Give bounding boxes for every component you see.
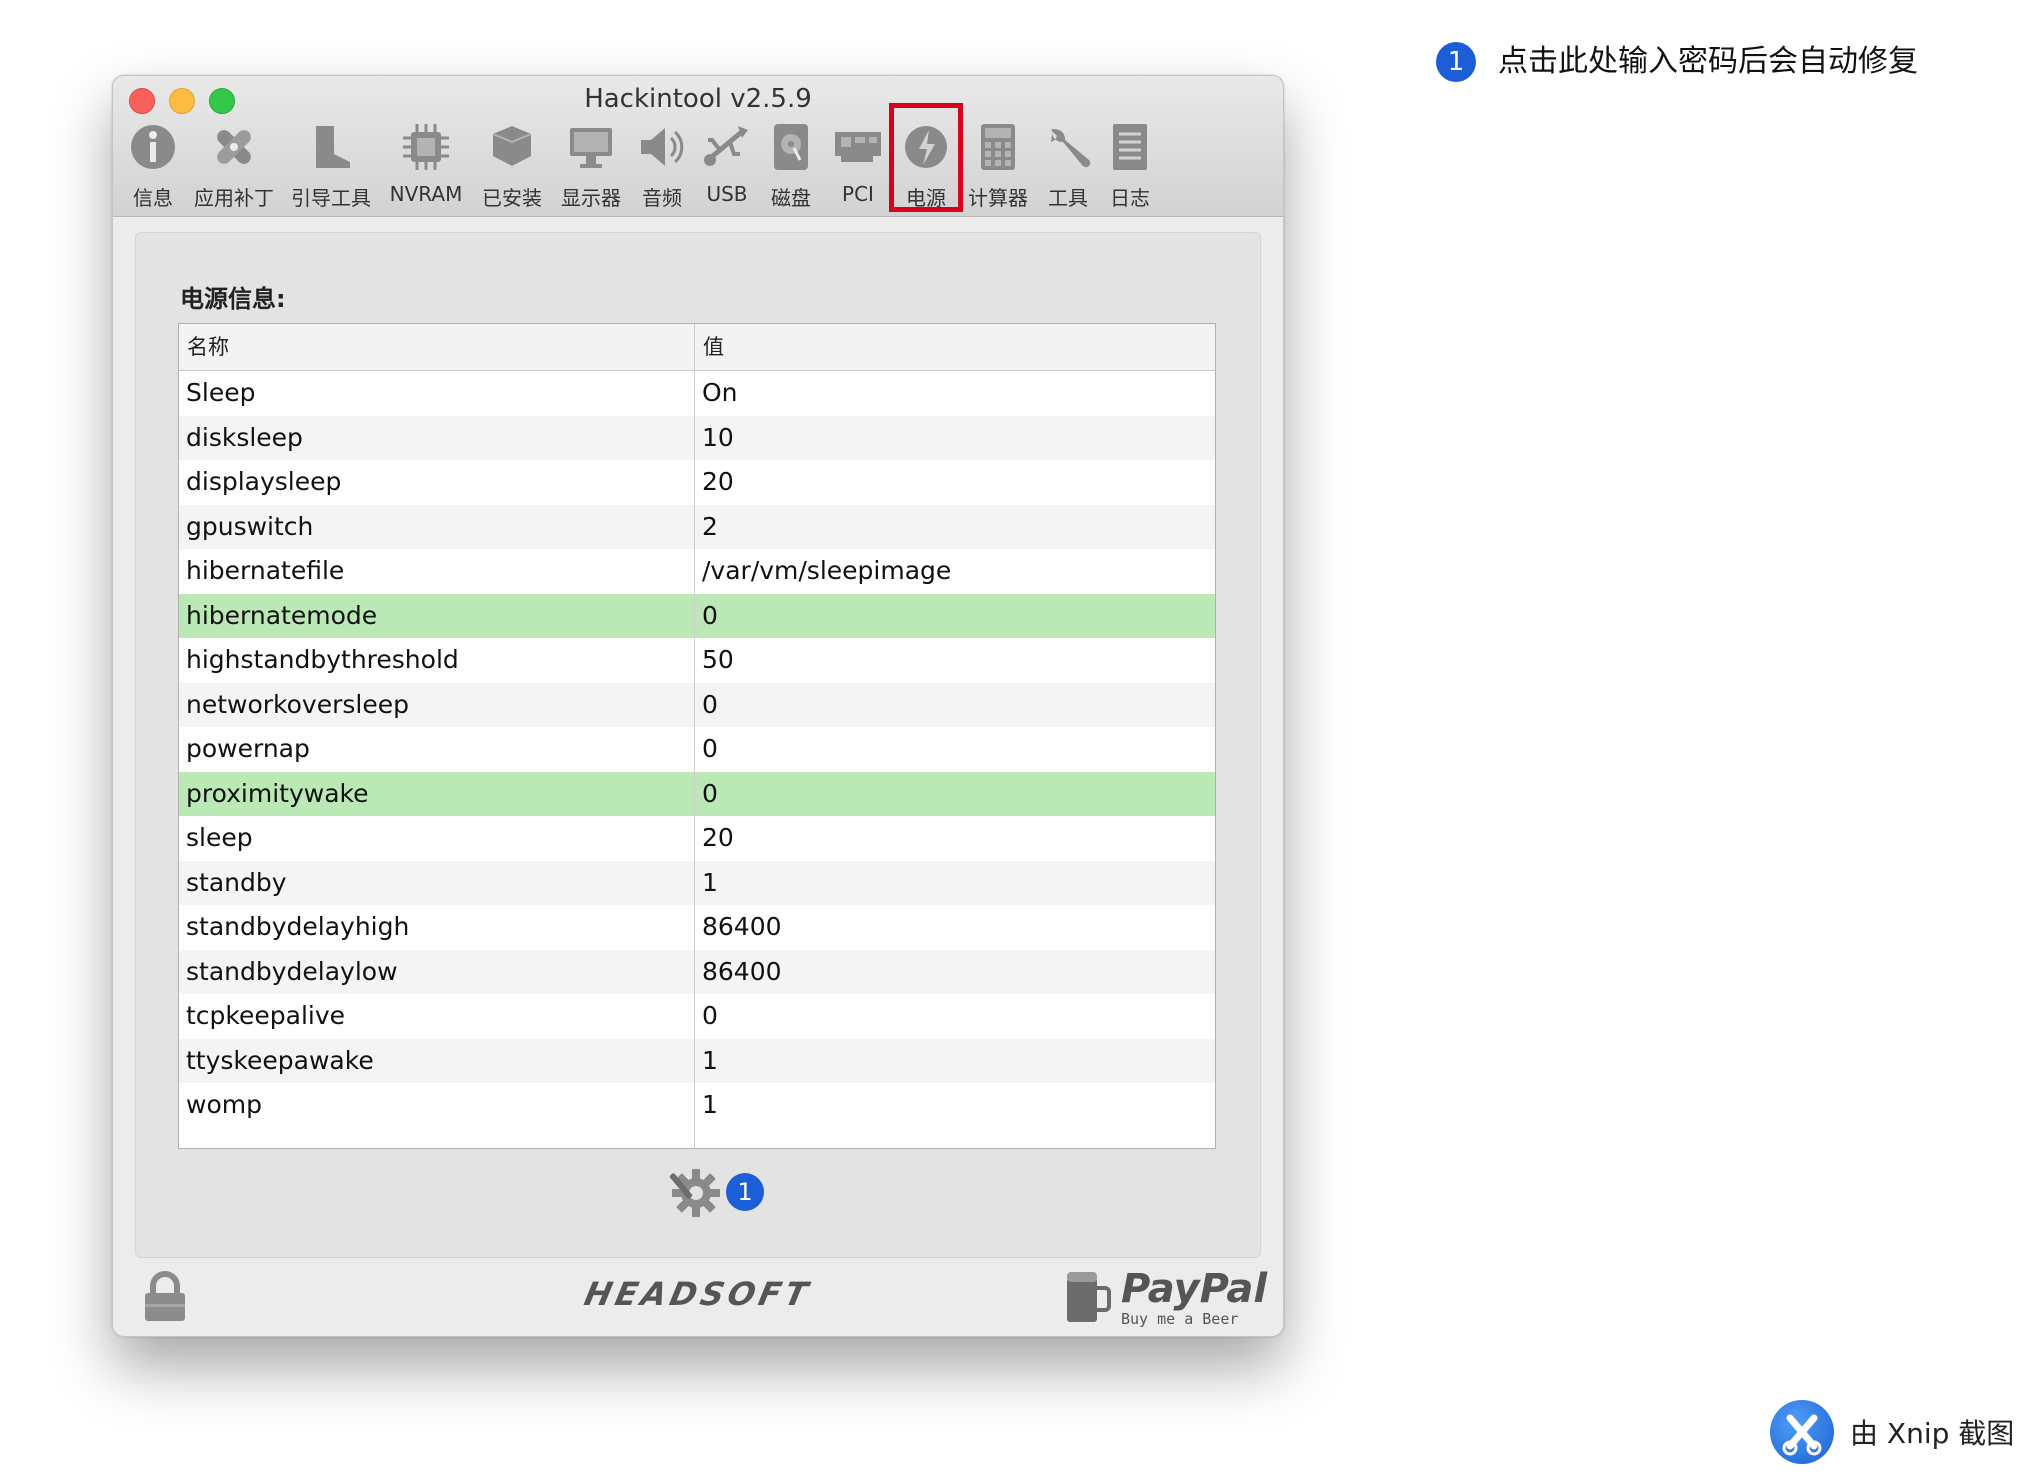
usb-icon bbox=[704, 126, 748, 166]
toolbar-tab-label: 日志 bbox=[1110, 186, 1150, 210]
chip-icon bbox=[403, 124, 449, 170]
row-value: 20 bbox=[702, 823, 734, 852]
table-row[interactable]: hibernatemode 0 bbox=[179, 593, 1215, 638]
table-row[interactable]: tcpkeepalive 0 bbox=[179, 994, 1215, 1039]
pci-card-icon bbox=[835, 132, 881, 162]
titlebar: Hackintool v2.5.9 信息 应用补丁 引导工具 NVRAM 已安装 显示器音… bbox=[113, 76, 1283, 217]
xnip-text: 由 Xnip 截图 bbox=[1850, 1417, 2015, 1450]
row-name: standbydelaylow bbox=[186, 956, 398, 986]
row-value: 1 bbox=[702, 867, 718, 897]
window-title: Hackintool v2.5.9 bbox=[584, 84, 812, 114]
row-value: 86400 bbox=[702, 956, 782, 986]
table-row[interactable]: sleep 20 bbox=[179, 816, 1215, 861]
xnip-logo-icon bbox=[1770, 1400, 1834, 1464]
row-value: 0 bbox=[702, 689, 718, 719]
toolbar-tab-log[interactable]: 日志 bbox=[1090, 116, 1170, 216]
column-header-name[interactable]: 名称 bbox=[187, 324, 229, 370]
log-icon bbox=[1113, 124, 1147, 170]
row-name: hibernatefile bbox=[186, 556, 345, 585]
row-name: standby bbox=[186, 867, 287, 897]
lock-icon[interactable] bbox=[141, 1271, 189, 1323]
table-row[interactable]: ttyskeepawake 1 bbox=[179, 1038, 1215, 1083]
table-rows: Sleep On disksleep 10 displaysleep 20 gpuswitc… bbox=[179, 371, 1215, 1128]
row-name: womp bbox=[186, 1090, 262, 1119]
row-name: hibernatemode bbox=[186, 600, 378, 630]
table-row[interactable]: highstandbythreshold 50 bbox=[179, 638, 1215, 683]
column-header-value[interactable]: 值 bbox=[703, 324, 724, 370]
disk-icon bbox=[774, 124, 808, 170]
row-value: 1 bbox=[702, 1090, 718, 1119]
row-value: 0 bbox=[702, 734, 718, 763]
fix-power-button[interactable]: 1 bbox=[668, 1163, 778, 1223]
row-name: standbydelayhigh bbox=[186, 912, 410, 941]
row-value: 10 bbox=[702, 422, 734, 452]
row-value: 0 bbox=[702, 778, 718, 808]
hackintool-window: Hackintool v2.5.9 信息 应用补丁 引导工具 NVRAM 已安装 显示器音… bbox=[112, 75, 1284, 1337]
table-row[interactable]: standby 1 bbox=[179, 860, 1215, 905]
paypal-donate-button[interactable]: PayPal Buy me a Beer bbox=[1063, 1266, 1273, 1328]
row-name: ttyskeepawake bbox=[186, 1045, 374, 1075]
table-row[interactable]: gpuswitch 2 bbox=[179, 504, 1215, 549]
annotation-badge: 1 bbox=[1436, 42, 1476, 82]
row-name: displaysleep bbox=[186, 467, 342, 496]
beer-mug-icon bbox=[1067, 1272, 1111, 1322]
table-row[interactable]: womp 1 bbox=[179, 1083, 1215, 1128]
power-table[interactable]: 名称 值 Sleep On disksleep 10 displaysleep 20 gpu… bbox=[178, 323, 1216, 1149]
table-row[interactable]: disksleep 10 bbox=[179, 415, 1215, 460]
bandage-icon bbox=[217, 130, 251, 164]
row-name: powernap bbox=[186, 734, 310, 763]
power-panel: 电源信息: 名称 值 Sleep On disksleep 10 displayslee… bbox=[135, 232, 1261, 1258]
gear-wrench-icon[interactable] bbox=[668, 1165, 724, 1221]
wrench-icon bbox=[1051, 128, 1091, 168]
row-name: tcpkeepalive bbox=[186, 1001, 346, 1030]
table-row[interactable]: displaysleep 20 bbox=[179, 460, 1215, 505]
row-value: 20 bbox=[702, 467, 734, 496]
toolbar: 信息 应用补丁 引导工具 NVRAM 已安装 显示器 音频 USB 磁盘 PCI 电源 计算器 工具 日志 bbox=[113, 116, 1283, 216]
table-row[interactable]: networkoversleep 0 bbox=[179, 682, 1215, 727]
row-value: 50 bbox=[702, 645, 734, 674]
table-row[interactable]: standbydelayhigh 86400 bbox=[179, 905, 1215, 950]
row-value: 86400 bbox=[702, 912, 782, 941]
selection-highlight-box bbox=[889, 103, 963, 212]
toolbar-tab-bandage[interactable]: 应用补丁 bbox=[194, 116, 274, 216]
row-name: networkoversleep bbox=[186, 689, 409, 719]
display-icon bbox=[570, 128, 612, 168]
table-row[interactable]: Sleep On bbox=[179, 371, 1215, 416]
calculator-icon bbox=[981, 124, 1015, 170]
row-value: 0 bbox=[702, 600, 718, 630]
row-name: disksleep bbox=[186, 422, 303, 452]
package-icon bbox=[492, 126, 532, 166]
annotation-text: 点击此处输入密码后会自动修复 bbox=[1498, 44, 1918, 79]
table-row[interactable]: proximitywake 0 bbox=[179, 771, 1215, 816]
row-value: On bbox=[702, 378, 738, 407]
info-icon bbox=[131, 125, 175, 169]
fix-badge: 1 bbox=[726, 1173, 764, 1211]
row-name: proximitywake bbox=[186, 778, 369, 808]
table-row[interactable]: powernap 0 bbox=[179, 727, 1215, 772]
paypal-logo: PayPal bbox=[1121, 1266, 1268, 1312]
row-name: gpuswitch bbox=[186, 511, 314, 541]
row-name: Sleep bbox=[186, 378, 256, 407]
boot-icon bbox=[316, 126, 350, 168]
toolbar-tab-boot[interactable]: 引导工具 bbox=[291, 116, 371, 216]
speaker-icon bbox=[641, 128, 684, 166]
paypal-subtitle: Buy me a Beer bbox=[1121, 1310, 1239, 1328]
row-name: highstandbythreshold bbox=[186, 645, 459, 674]
headsoft-logo[interactable]: HEADSOFT bbox=[549, 1274, 848, 1314]
row-value: /var/vm/sleepimage bbox=[702, 556, 952, 585]
xnip-watermark: 由 Xnip 截图 bbox=[1770, 1400, 2020, 1470]
row-name: sleep bbox=[186, 823, 253, 852]
row-value: 2 bbox=[702, 511, 718, 541]
section-title: 电源信息: bbox=[180, 285, 286, 313]
table-row[interactable]: hibernatefile/var/vm/sleepimage bbox=[179, 549, 1215, 594]
row-value: 0 bbox=[702, 1001, 718, 1030]
column-divider bbox=[694, 324, 695, 1148]
table-row[interactable]: standbydelaylow 86400 bbox=[179, 949, 1215, 994]
table-header: 名称 值 bbox=[179, 324, 1215, 371]
row-value: 1 bbox=[702, 1045, 718, 1075]
